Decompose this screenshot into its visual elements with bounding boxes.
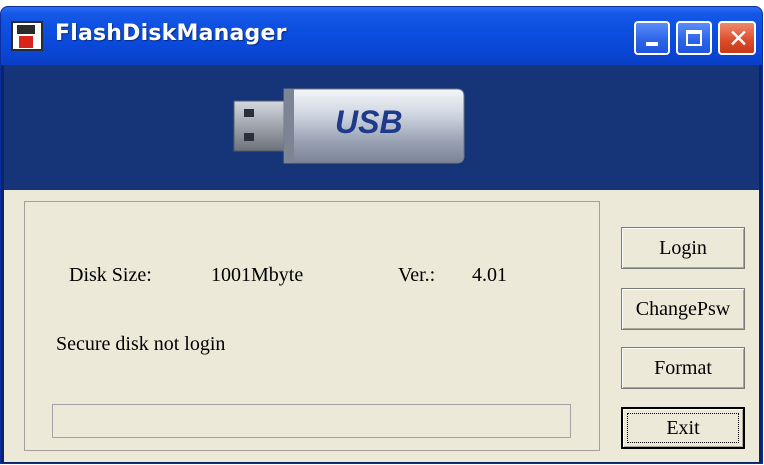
maximize-button[interactable] <box>676 21 712 55</box>
maximize-icon <box>686 30 702 46</box>
focus-ring <box>627 413 739 443</box>
exit-button[interactable]: Exit <box>621 407 745 449</box>
close-button[interactable]: ✕ <box>718 21 756 55</box>
version-value: 4.01 <box>472 264 507 286</box>
progress-bar <box>52 404 571 438</box>
disk-size-value: 1001Mbyte <box>211 264 304 286</box>
window-title: FlashDiskManager <box>55 21 287 46</box>
client-area: Disk Size: 1001Mbyte Ver.: 4.01 Secure d… <box>4 190 759 462</box>
usb-banner: USB <box>4 65 759 190</box>
floppy-disk-icon[interactable] <box>11 21 43 51</box>
format-button[interactable]: Format <box>621 347 745 389</box>
app-window: FlashDiskManager ✕ USB Disk Size: 1001Mb… <box>0 6 763 464</box>
disk-info-panel: Disk Size: 1001Mbyte Ver.: 4.01 Secure d… <box>24 201 600 451</box>
minimize-icon <box>646 42 658 46</box>
status-text: Secure disk not login <box>56 333 226 355</box>
change-password-button[interactable]: ChangePsw <box>621 288 745 330</box>
title-bar[interactable]: FlashDiskManager ✕ <box>1 7 762 65</box>
minimize-button[interactable] <box>634 21 670 55</box>
login-button[interactable]: Login <box>621 227 745 269</box>
close-icon: ✕ <box>728 24 749 53</box>
disk-size-label: Disk Size: <box>69 264 152 286</box>
version-label: Ver.: <box>398 264 436 286</box>
usb-label: USB <box>335 104 403 140</box>
